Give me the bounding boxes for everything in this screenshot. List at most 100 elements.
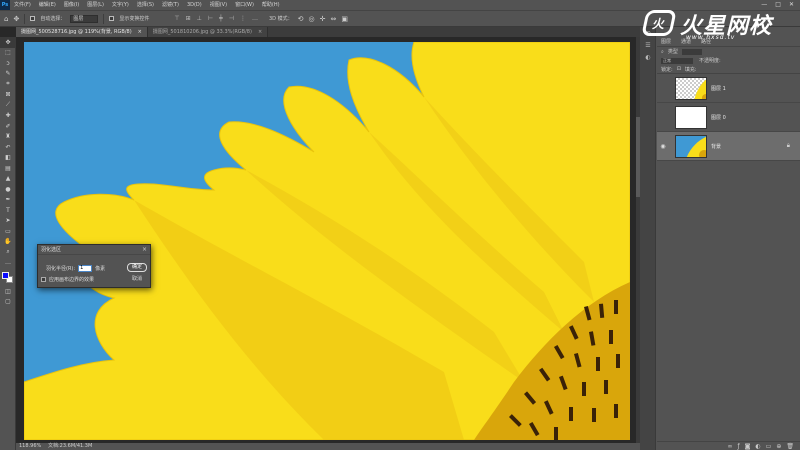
align-bottom-icon[interactable]: ⊥	[197, 15, 202, 22]
document-info[interactable]: 文档:23.6M/41.3M	[44, 443, 92, 450]
pen-tool-icon[interactable]: ✒	[0, 195, 16, 206]
status-bar: 118.96% 文档:23.6M/41.3M	[16, 443, 640, 450]
align-center-icon[interactable]: ╪	[219, 15, 223, 22]
image-canvas[interactable]	[24, 42, 630, 440]
eye-icon[interactable]: ◉	[657, 143, 669, 150]
home-icon[interactable]: ⌂	[4, 15, 8, 23]
align-top-icon[interactable]: ⊤	[174, 15, 179, 22]
auto-select-dropdown[interactable]: 图层	[70, 14, 99, 23]
blur-tool-icon[interactable]: ▲	[0, 174, 16, 185]
layer-name[interactable]: 图层 1	[711, 85, 726, 92]
layer-row[interactable]: 图层 0	[657, 103, 800, 132]
tab-document-1[interactable]: 摄图网_500528716.jpg @ 119%(背景, RGB/8) ×	[16, 27, 148, 37]
screen-mode-icon[interactable]: ▢	[0, 297, 16, 308]
menu-3d[interactable]: 3D(D)	[183, 0, 206, 10]
ok-button[interactable]: 确定	[127, 263, 147, 272]
brush-tool-icon[interactable]: ✐	[0, 121, 16, 132]
tab-layers[interactable]: 图层	[661, 37, 671, 46]
fill-label: 填充:	[684, 66, 697, 73]
filter-type-label[interactable]: 类型	[668, 48, 678, 55]
layer-row[interactable]: 图层 1	[657, 74, 800, 103]
quick-mask-icon[interactable]: ◫	[0, 286, 16, 297]
layers-footer: ∞ ƒ ◙ ◐ ▭ ⊕ 🗑︎	[657, 441, 800, 450]
menu-type[interactable]: 文字(Y)	[108, 0, 133, 10]
3d-mode-label: 3D 模式：	[268, 16, 293, 22]
lock-icon[interactable]: ⊡	[677, 66, 681, 72]
folder-icon[interactable]: ▭	[766, 442, 772, 450]
trash-icon[interactable]: 🗑︎	[786, 442, 794, 450]
3d-rotate-icon[interactable]: ⟲	[298, 15, 304, 23]
move-tool-icon[interactable]: ✥	[0, 37, 16, 48]
fx-icon[interactable]: ƒ	[737, 442, 739, 450]
3d-slide-icon[interactable]: ⇔	[330, 15, 336, 23]
menu-select[interactable]: 选择(S)	[133, 0, 158, 10]
lock-row: 锁定: ⊡ 填充:	[657, 65, 800, 74]
3d-scale-icon[interactable]: ▣	[341, 15, 348, 23]
history-panel-icon[interactable]: ⟲	[640, 27, 656, 39]
frame-tool-icon[interactable]: ⊠	[0, 90, 16, 101]
distribute-icon[interactable]: ⋮	[240, 15, 246, 22]
menu-file[interactable]: 文件(F)	[10, 0, 35, 10]
blend-mode-dropdown[interactable]: 正常	[661, 57, 693, 64]
tab-paths[interactable]: 路径	[701, 37, 711, 46]
layer-name[interactable]: 背景	[711, 143, 721, 150]
menu-window[interactable]: 窗口(W)	[231, 0, 258, 10]
marquee-tool-icon[interactable]: ⬚	[0, 48, 16, 59]
close-icon[interactable]: ×	[142, 245, 147, 255]
menu-filter[interactable]: 滤镜(T)	[158, 0, 183, 10]
layer-row[interactable]: ◉ 背景 🔒︎	[657, 132, 800, 161]
shape-tool-icon[interactable]: ▭	[0, 226, 16, 237]
gradient-tool-icon[interactable]: ▤	[0, 163, 16, 174]
more-icon[interactable]: …	[252, 15, 258, 22]
auto-select-checkbox[interactable]	[30, 16, 36, 21]
adjustment-icon[interactable]: ◐	[755, 442, 760, 450]
feather-radius-input[interactable]: 1	[78, 265, 93, 272]
mask-icon[interactable]: ◙	[745, 442, 751, 450]
canvas-bounds-checkbox[interactable]	[41, 277, 46, 282]
hand-tool-icon[interactable]: ✋	[0, 237, 16, 248]
filter-kind-dropdown[interactable]	[681, 48, 702, 55]
tab-channels[interactable]: 通道	[681, 37, 691, 46]
zoom-tool-icon[interactable]: ⌕	[0, 247, 16, 258]
zoom-level[interactable]: 118.96%	[16, 443, 44, 450]
show-transform-checkbox[interactable]	[109, 16, 115, 21]
menu-help[interactable]: 帮助(H)	[258, 0, 284, 10]
3d-roll-icon[interactable]: ◎	[308, 15, 314, 23]
eyedropper-tool-icon[interactable]: ⟋	[0, 100, 16, 111]
foreground-color-swatch[interactable]	[2, 272, 9, 279]
layer-name[interactable]: 图层 0	[711, 114, 726, 121]
color-swatches[interactable]	[0, 270, 16, 286]
move-tool-icon[interactable]: ✥	[13, 15, 19, 23]
path-select-icon[interactable]: ➤	[0, 216, 16, 227]
clone-stamp-icon[interactable]: ♜	[0, 132, 16, 143]
align-left-icon[interactable]: ⊢	[208, 15, 213, 22]
eraser-tool-icon[interactable]: ◧	[0, 153, 16, 164]
tab-document-2[interactable]: 摄图网_501810206.jpg @ 33.3%(RGB/8) ×	[147, 27, 269, 37]
menu-edit[interactable]: 编辑(E)	[35, 0, 60, 10]
feather-radius-row: 羽化半径(R): 1 像素	[46, 265, 105, 272]
crop-tool-icon[interactable]: ⌗	[0, 79, 16, 90]
close-icon[interactable]: ×	[138, 27, 142, 37]
menu-image[interactable]: 图像(I)	[60, 0, 83, 10]
type-tool-icon[interactable]: T	[0, 205, 16, 216]
cancel-button[interactable]: 取消	[127, 275, 147, 284]
menu-layer[interactable]: 图层(L)	[83, 0, 108, 10]
dodge-tool-icon[interactable]: ●	[0, 184, 16, 195]
minimize-button[interactable]: —	[761, 0, 767, 10]
more-tools-icon[interactable]: …	[0, 258, 16, 269]
lasso-tool-icon[interactable]: ↄ	[0, 58, 16, 69]
3d-drag-icon[interactable]: ✛	[320, 15, 326, 23]
close-icon[interactable]: ×	[258, 27, 262, 37]
adjustments-panel-icon[interactable]: ◐	[640, 51, 656, 63]
align-middle-icon[interactable]: ⊞	[186, 15, 191, 22]
history-brush-icon[interactable]: ↶	[0, 142, 16, 153]
healing-brush-icon[interactable]: ✚	[0, 111, 16, 122]
align-right-icon[interactable]: ⊣	[229, 15, 234, 22]
menu-view[interactable]: 视图(V)	[206, 0, 231, 10]
new-layer-icon[interactable]: ⊕	[776, 442, 781, 450]
close-window-button[interactable]: ✕	[789, 0, 794, 10]
quick-select-tool-icon[interactable]: ✎	[0, 69, 16, 80]
link-icon[interactable]: ∞	[727, 442, 732, 450]
maximize-button[interactable]: □	[775, 0, 781, 10]
properties-panel-icon[interactable]: ☰	[640, 39, 656, 51]
